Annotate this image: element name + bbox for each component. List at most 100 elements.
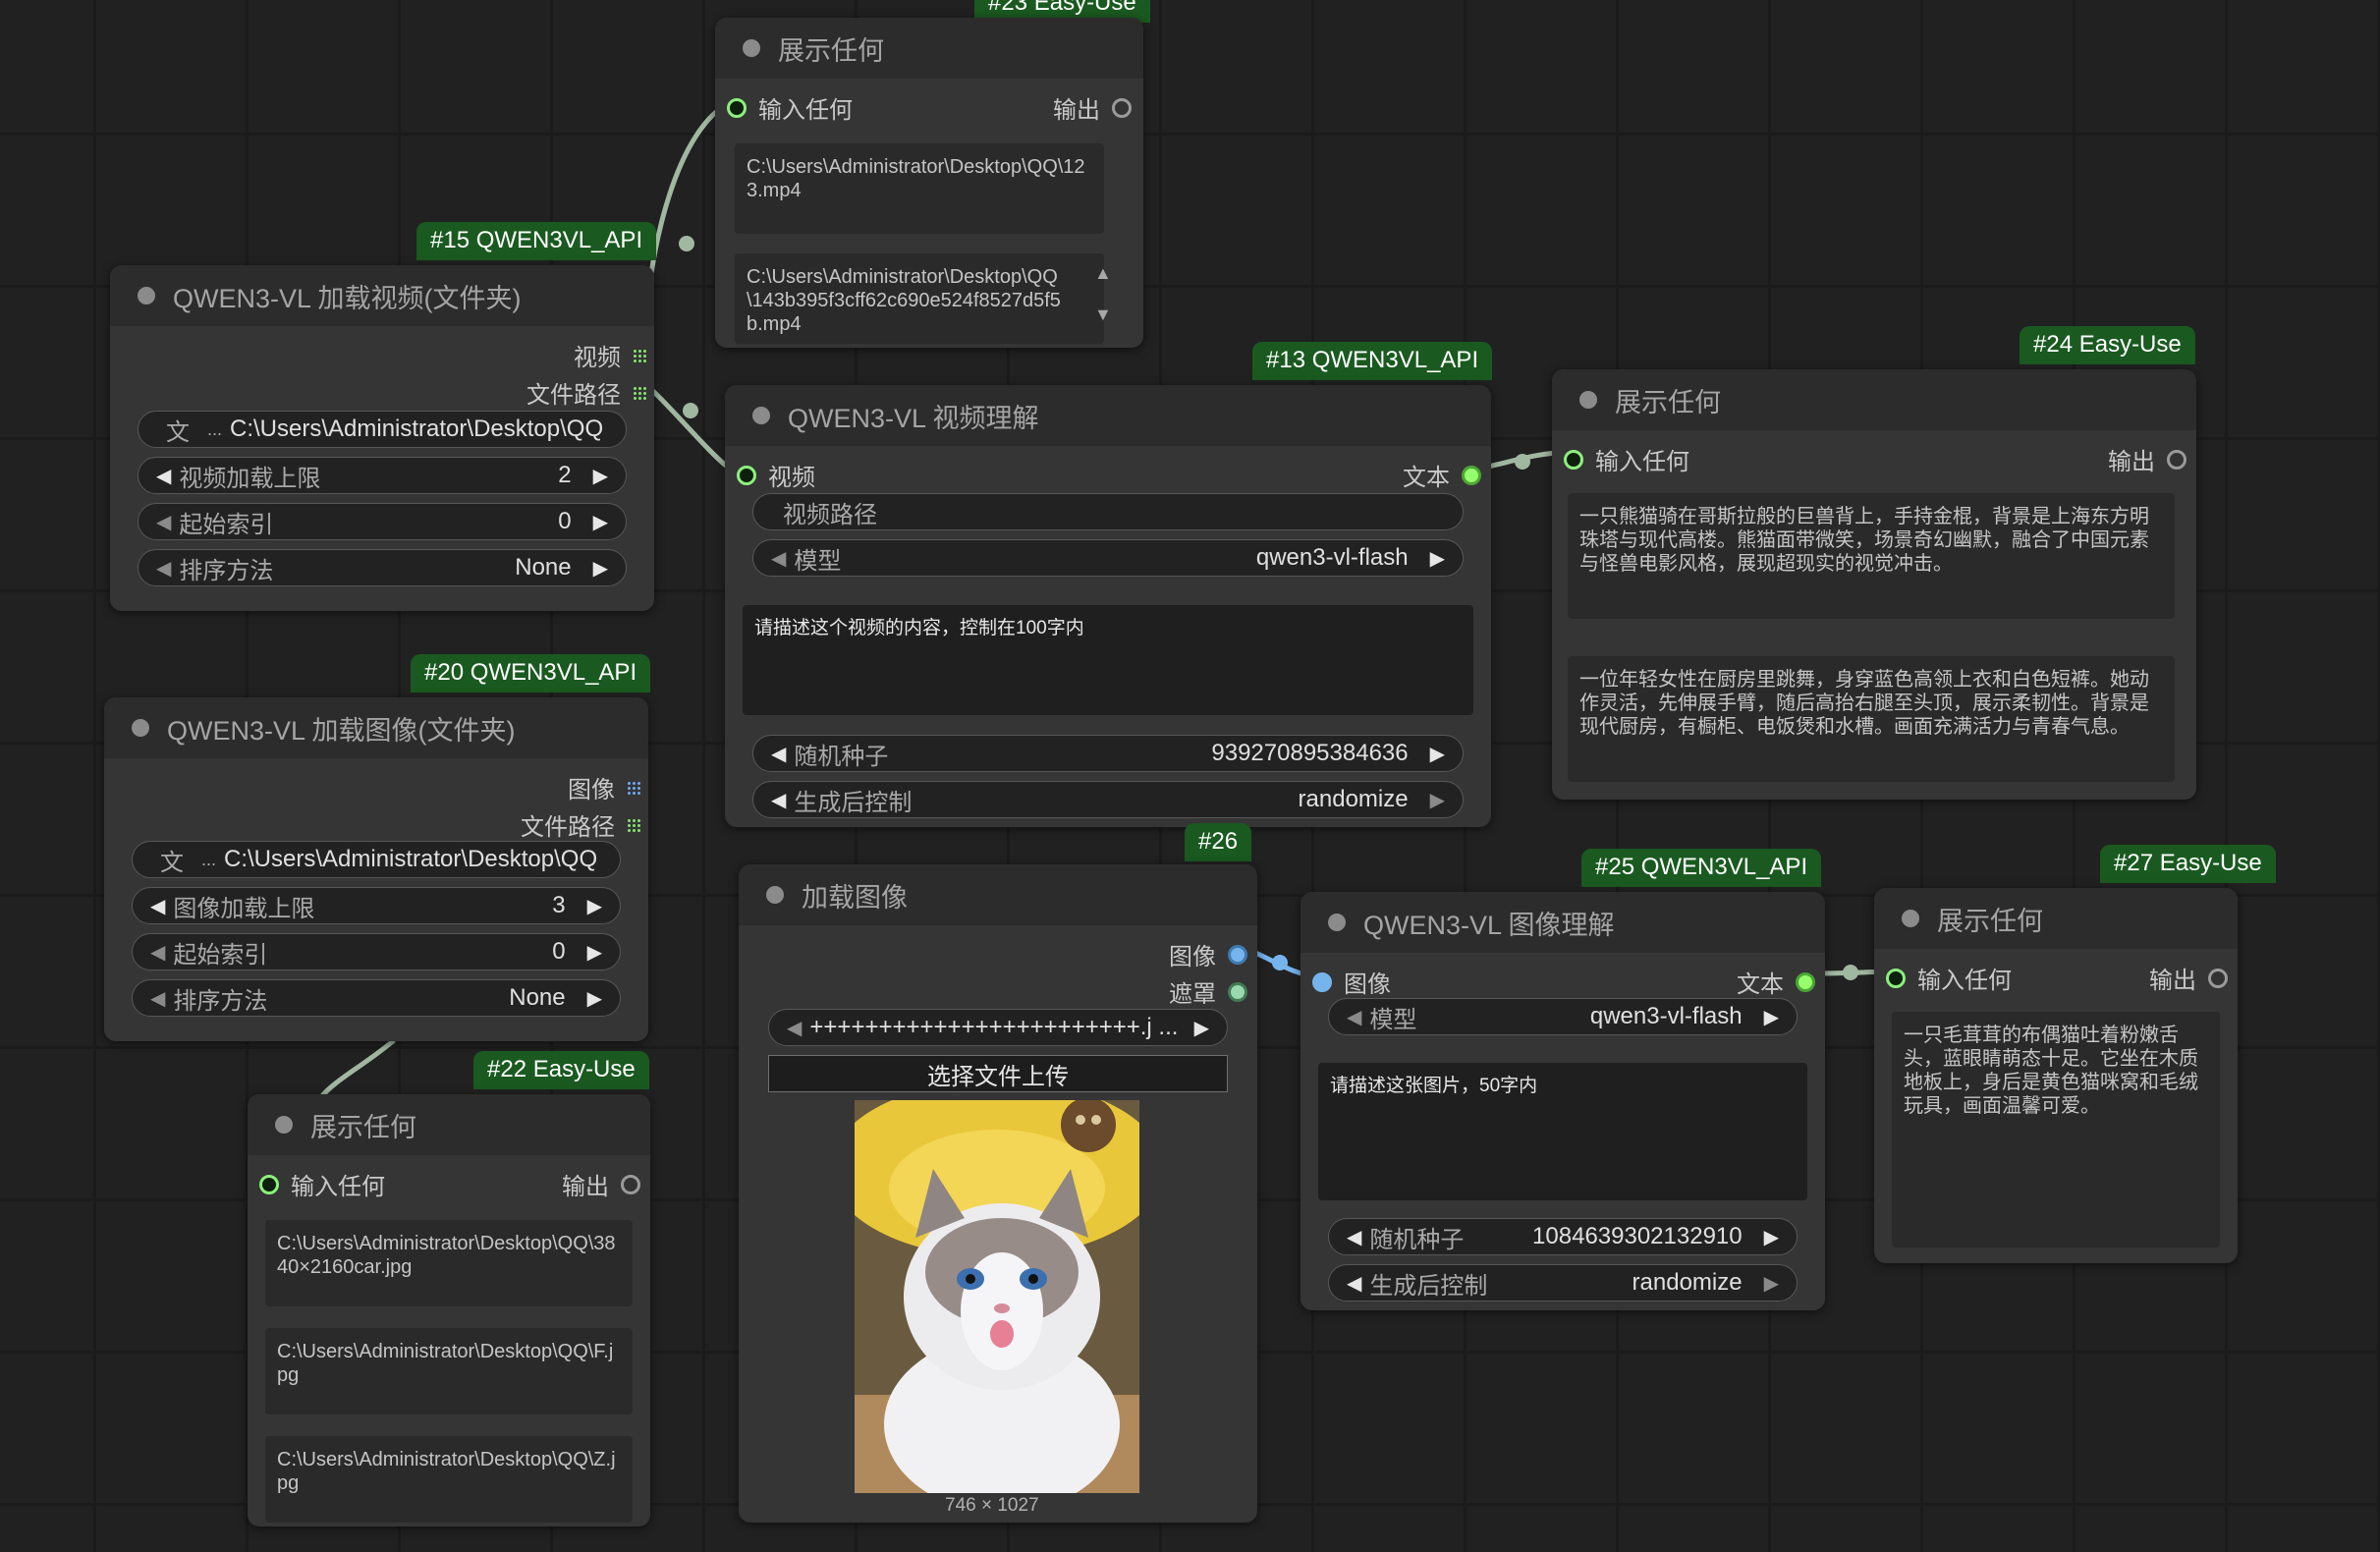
- decrement-arrow-icon[interactable]: ◀: [156, 464, 171, 488]
- input-slot[interactable]: 输入任何: [1564, 442, 1689, 476]
- increment-arrow-icon[interactable]: ▶: [1430, 742, 1445, 766]
- output-slot[interactable]: 输出: [2149, 961, 2228, 995]
- input-slot-dot-icon[interactable]: [1564, 449, 1583, 470]
- collapse-dot-icon[interactable]: [132, 719, 149, 737]
- node-header[interactable]: QWEN3-VL 视频理解: [725, 385, 1491, 446]
- decrement-arrow-icon[interactable]: ◀: [156, 556, 171, 581]
- upload-file-button[interactable]: 选择文件上传: [768, 1055, 1228, 1092]
- combo-widget-sort[interactable]: ◀ 排序方法 None ▶: [132, 979, 621, 1017]
- number-widget-seed[interactable]: ◀ 随机种子 939270895384636 ▶: [752, 735, 1464, 772]
- output-slot-dot-icon[interactable]: [1112, 97, 1132, 118]
- node-header[interactable]: 展示任何: [1874, 888, 2238, 949]
- output-slot-filepath[interactable]: 文件路径: [526, 375, 646, 410]
- node-load-video-folder[interactable]: QWEN3-VL 加载视频(文件夹) 视频 文件路径 文 ... C:\User…: [110, 265, 654, 611]
- node-header[interactable]: 展示任何: [1552, 369, 2196, 430]
- number-widget-video-limit[interactable]: ◀ 视频加载上限 2 ▶: [138, 457, 627, 494]
- output-slot-dot-icon[interactable]: [1228, 944, 1247, 965]
- node-header[interactable]: 展示任何: [715, 18, 1143, 79]
- scroll-down-icon[interactable]: ▼: [1094, 305, 1112, 325]
- collapse-dot-icon[interactable]: [752, 407, 770, 424]
- increment-arrow-icon[interactable]: ▶: [1764, 1271, 1779, 1296]
- grid-slot-icon[interactable]: [627, 817, 640, 832]
- text-display[interactable]: C:\Users\Administrator\Desktop\QQ\3840×2…: [265, 1220, 633, 1306]
- node-header[interactable]: 加载图像: [739, 864, 1257, 925]
- increment-arrow-icon[interactable]: ▶: [593, 510, 608, 534]
- folder-path-widget[interactable]: 文 ... C:\Users\Administrator\Desktop\QQ: [132, 841, 621, 878]
- combo-widget-control[interactable]: ◀ 生成后控制 randomize ▶: [1328, 1264, 1798, 1302]
- output-slot-video[interactable]: 视频: [574, 338, 646, 372]
- number-widget-start-index[interactable]: ◀ 起始索引 0 ▶: [138, 503, 627, 540]
- text-display[interactable]: 一只毛茸茸的布偶猫吐着粉嫩舌头，蓝眼睛萌态十足。它坐在木质地板上，身后是黄色猫咪…: [1892, 1012, 2220, 1247]
- input-slot-dot-icon[interactable]: [737, 465, 756, 485]
- node-header[interactable]: QWEN3-VL 加载图像(文件夹): [104, 697, 648, 758]
- increment-arrow-icon[interactable]: ▶: [587, 894, 602, 918]
- output-slot-image[interactable]: 图像: [1169, 937, 1247, 971]
- text-display[interactable]: C:\Users\Administrator\Desktop\QQ\143b39…: [735, 253, 1104, 344]
- grid-slot-icon[interactable]: [633, 385, 646, 400]
- input-slot-dot-icon[interactable]: [1312, 971, 1332, 992]
- node-video-understanding[interactable]: QWEN3-VL 视频理解 视频 文本 视频路径 ◀ 模型 qwen3-vl-f…: [725, 385, 1491, 827]
- text-display[interactable]: C:\Users\Administrator\Desktop\QQ\123.mp…: [735, 143, 1104, 234]
- node-show-any-27[interactable]: 展示任何 输入任何 输出 一只毛茸茸的布偶猫吐着粉嫩舌头，蓝眼睛萌态十足。它坐在…: [1874, 888, 2238, 1263]
- decrement-arrow-icon[interactable]: ◀: [771, 546, 786, 571]
- node-header[interactable]: 展示任何: [248, 1094, 650, 1155]
- input-slot[interactable]: 视频: [737, 458, 815, 492]
- number-widget-seed[interactable]: ◀ 随机种子 1084639302132910 ▶: [1328, 1218, 1798, 1255]
- output-slot-dot-icon[interactable]: [1228, 981, 1247, 1002]
- increment-arrow-icon[interactable]: ▶: [593, 464, 608, 488]
- decrement-arrow-icon[interactable]: ◀: [771, 788, 786, 812]
- text-display[interactable]: C:\Users\Administrator\Desktop\QQ\Z.jpg: [265, 1436, 633, 1523]
- collapse-dot-icon[interactable]: [1579, 391, 1597, 409]
- decrement-arrow-icon[interactable]: ◀: [150, 894, 165, 918]
- output-slot[interactable]: 输出: [2108, 442, 2186, 476]
- prompt-textarea[interactable]: 请描述这个视频的内容，控制在100字内: [743, 605, 1473, 715]
- decrement-arrow-icon[interactable]: ◀: [771, 742, 786, 766]
- input-slot[interactable]: 输入任何: [259, 1167, 385, 1201]
- decrement-arrow-icon[interactable]: ◀: [1347, 1225, 1361, 1249]
- node-header[interactable]: QWEN3-VL 加载视频(文件夹): [110, 265, 654, 326]
- collapse-dot-icon[interactable]: [766, 886, 784, 904]
- output-slot-dot-icon[interactable]: [621, 1174, 640, 1194]
- output-slot-dot-icon[interactable]: [1796, 971, 1815, 992]
- number-widget-image-limit[interactable]: ◀ 图像加载上限 3 ▶: [132, 887, 621, 924]
- grid-slot-icon[interactable]: [627, 780, 640, 795]
- input-slot-dot-icon[interactable]: [1886, 968, 1906, 988]
- node-header[interactable]: QWEN3-VL 图像理解: [1301, 892, 1825, 953]
- output-slot-dot-icon[interactable]: [1462, 465, 1481, 485]
- output-slot-filepath[interactable]: 文件路径: [521, 807, 640, 842]
- collapse-dot-icon[interactable]: [138, 287, 155, 305]
- increment-arrow-icon[interactable]: ▶: [1764, 1225, 1779, 1249]
- output-slot-dot-icon[interactable]: [2208, 968, 2228, 988]
- grid-slot-icon[interactable]: [633, 348, 646, 362]
- input-slot[interactable]: 输入任何: [1886, 961, 2012, 995]
- text-display[interactable]: C:\Users\Administrator\Desktop\QQ\F.jpg: [265, 1328, 633, 1414]
- increment-arrow-icon[interactable]: ▶: [1430, 546, 1445, 571]
- collapse-dot-icon[interactable]: [1328, 914, 1346, 931]
- scroll-up-icon[interactable]: ▲: [1094, 263, 1112, 284]
- decrement-arrow-icon[interactable]: ◀: [150, 940, 165, 965]
- node-show-any-top[interactable]: 展示任何 输入任何 输出 C:\Users\Administrator\Desk…: [715, 18, 1143, 348]
- increment-arrow-icon[interactable]: ▶: [593, 556, 608, 581]
- combo-widget-image-file[interactable]: ◀ ++++++++++++++++++++++++.j ... ▶: [768, 1009, 1228, 1046]
- decrement-arrow-icon[interactable]: ◀: [156, 510, 171, 534]
- output-slot-dot-icon[interactable]: [2167, 449, 2186, 470]
- collapse-dot-icon[interactable]: [275, 1116, 293, 1134]
- node-load-image-folder[interactable]: QWEN3-VL 加载图像(文件夹) 图像 文件路径 文 ... C:\User…: [104, 697, 648, 1041]
- collapse-dot-icon[interactable]: [1902, 910, 1919, 927]
- increment-arrow-icon[interactable]: ▶: [587, 940, 602, 965]
- combo-widget-control[interactable]: ◀ 生成后控制 randomize ▶: [752, 781, 1464, 818]
- combo-widget-model[interactable]: ◀ 模型 qwen3-vl-flash ▶: [752, 539, 1464, 577]
- text-display[interactable]: 一只熊猫骑在哥斯拉般的巨兽背上，手持金棍，背景是上海东方明珠塔与现代高楼。熊猫面…: [1568, 493, 2175, 619]
- input-slot[interactable]: 输入任何: [727, 90, 853, 125]
- output-slot[interactable]: 文本: [1403, 458, 1481, 492]
- output-slot[interactable]: 输出: [1053, 90, 1132, 125]
- video-path-widget[interactable]: 视频路径: [752, 493, 1464, 530]
- folder-path-widget[interactable]: 文 ... C:\Users\Administrator\Desktop\QQ: [138, 411, 627, 448]
- increment-arrow-icon[interactable]: ▶: [587, 986, 602, 1011]
- input-slot-dot-icon[interactable]: [259, 1174, 279, 1194]
- number-widget-start-index[interactable]: ◀ 起始索引 0 ▶: [132, 933, 621, 970]
- node-show-any-22[interactable]: 展示任何 输入任何 输出 C:\Users\Administrator\Desk…: [248, 1094, 650, 1526]
- combo-widget-model[interactable]: ◀ 模型 qwen3-vl-flash ▶: [1328, 998, 1798, 1035]
- node-show-any-24[interactable]: 展示任何 输入任何 输出 一只熊猫骑在哥斯拉般的巨兽背上，手持金棍，背景是上海东…: [1552, 369, 2196, 800]
- output-slot[interactable]: 文本: [1737, 965, 1815, 999]
